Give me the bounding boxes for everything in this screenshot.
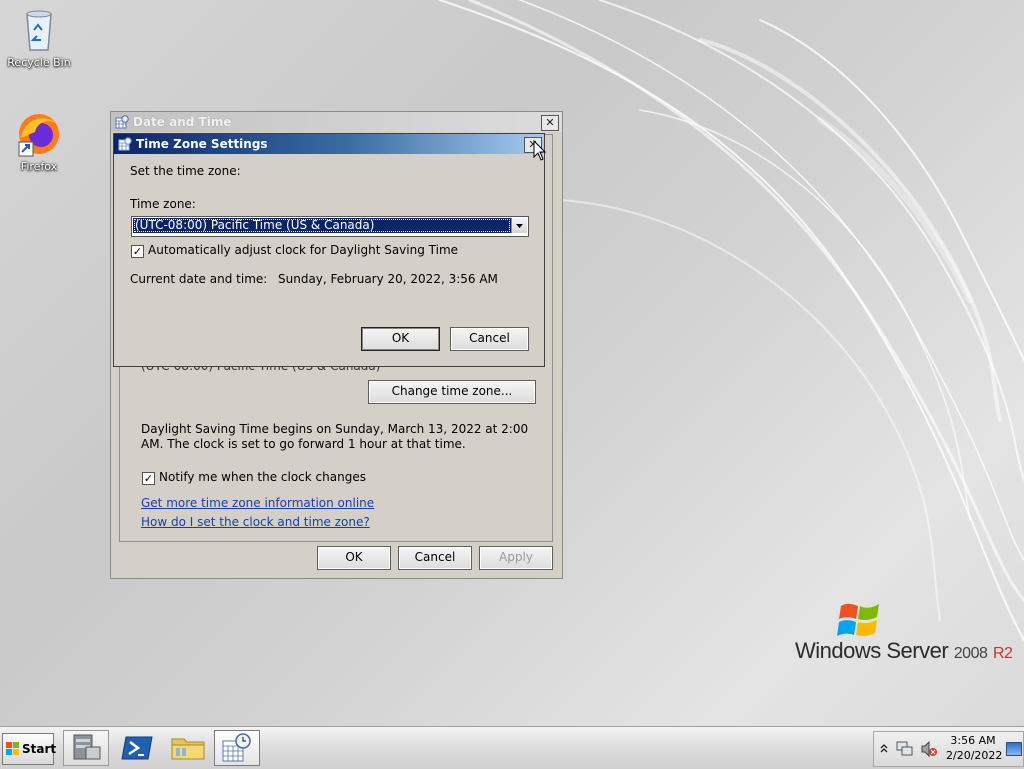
timezone-label: Time zone: <box>130 197 196 211</box>
taskbar-explorer[interactable] <box>165 730 211 766</box>
timezone-cancel-button[interactable]: Cancel <box>450 327 529 351</box>
desktop-icon-label: Recycle Bin <box>7 56 71 69</box>
explorer-folder-icon <box>171 738 205 760</box>
auto-dst-label: Automatically adjust clock for Daylight … <box>148 243 459 257</box>
timezone-settings-dialog: Time Zone Settings ✕ Set the time zone: … <box>113 133 545 367</box>
timezone-info-link[interactable]: Get more time zone information online <box>141 496 374 510</box>
desktop-icon-recycle-bin[interactable]: Recycle Bin <box>4 6 74 69</box>
desktop-icon-firefox[interactable]: Firefox <box>4 110 74 173</box>
dst-info-text: Daylight Saving Time begins on Sunday, M… <box>141 422 529 451</box>
timezone-ok-button[interactable]: OK <box>361 327 440 351</box>
notify-clock-change-checkbox[interactable]: ✓ <box>142 472 155 485</box>
taskbar-server-manager[interactable] <box>63 730 109 766</box>
date-time-cancel-button[interactable]: Cancel <box>398 546 472 570</box>
brand-word: Windows Server <box>795 638 949 663</box>
date-time-ok-button[interactable]: OK <box>317 546 391 570</box>
date-time-close-button[interactable]: ✕ <box>541 115 559 131</box>
brand-version: 2008 <box>953 645 988 662</box>
clock-time[interactable]: 3:56 AM <box>950 734 996 747</box>
date-time-icon <box>115 115 129 129</box>
network-icon[interactable] <box>896 740 914 758</box>
date-time-titlebar[interactable]: Date and Time ✕ <box>111 112 562 132</box>
date-time-icon <box>118 137 132 151</box>
mouse-cursor-icon <box>533 140 547 161</box>
powershell-icon <box>121 736 153 760</box>
recycle-bin-icon <box>15 6 63 54</box>
chevron-down-icon <box>516 224 523 228</box>
firefox-icon <box>15 110 63 158</box>
brand-edition: R2 <box>993 645 1013 662</box>
change-time-zone-button[interactable]: Change time zone... <box>368 380 536 404</box>
timezone-settings-titlebar[interactable]: Time Zone Settings ✕ <box>114 134 544 154</box>
windows-flag-icon <box>837 603 879 637</box>
timezone-selected-value: (UTC-08:00) Pacific Time (US & Canada) <box>133 218 511 233</box>
notify-clock-change-label: Notify me when the clock changes <box>159 470 366 484</box>
current-datetime-label: Current date and time: <box>130 272 268 286</box>
auto-dst-checkbox[interactable]: ✓ <box>131 245 144 258</box>
show-desktop-button[interactable] <box>1006 742 1022 756</box>
windows-server-logo: Windows Server 2008 R2 <box>795 600 1013 670</box>
desktop-icon-label: Firefox <box>20 160 58 173</box>
set-clock-help-link[interactable]: How do I set the clock and time zone? <box>141 515 370 529</box>
taskbar-powershell[interactable] <box>115 730 161 766</box>
date-time-title: Date and Time <box>133 115 232 129</box>
timezone-settings-title: Time Zone Settings <box>136 137 268 151</box>
taskbar: Start 3:56 AM 2/20/2022 <box>0 726 1024 769</box>
taskbar-date-time[interactable] <box>214 730 260 766</box>
date-time-icon <box>222 733 251 762</box>
timezone-select[interactable]: (UTC-08:00) Pacific Time (US & Canada) <box>131 216 529 237</box>
start-label: Start <box>22 742 57 756</box>
server-manager-icon <box>73 734 101 760</box>
timezone-dropdown-arrow[interactable] <box>511 218 527 233</box>
clock-date[interactable]: 2/20/2022 <box>946 749 1002 762</box>
volume-muted-icon[interactable] <box>920 740 938 758</box>
start-button[interactable]: Start <box>2 733 57 765</box>
set-timezone-instruction: Set the time zone: <box>130 164 241 178</box>
show-hidden-icons-chevron[interactable] <box>880 742 888 754</box>
windows-flag-icon <box>6 742 19 755</box>
date-time-apply-button[interactable]: Apply <box>479 546 553 570</box>
current-datetime-value: Sunday, February 20, 2022, 3:56 AM <box>278 272 498 286</box>
